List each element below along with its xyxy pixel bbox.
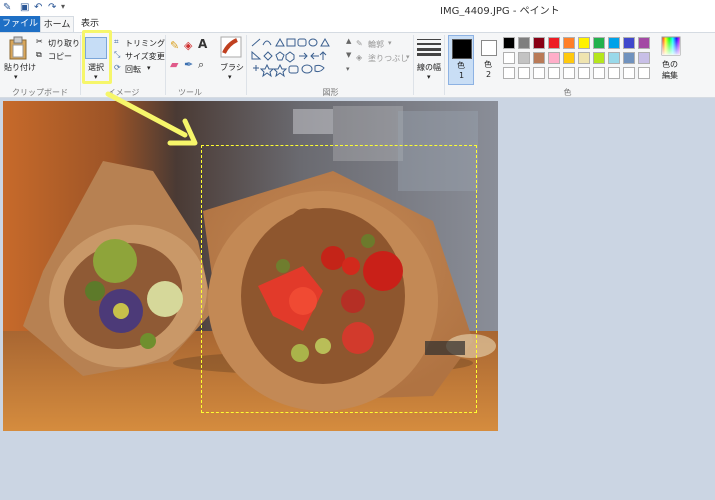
outline-button[interactable]: 輪郭	[368, 39, 384, 50]
paste-button[interactable]: 貼り付け	[4, 62, 36, 73]
text-icon[interactable]: A	[198, 37, 207, 51]
color1-label: 色	[457, 61, 465, 70]
outline-dropdown-icon[interactable]: ▾	[388, 39, 392, 47]
tab-file[interactable]: ファイル	[0, 16, 40, 32]
separator	[80, 35, 81, 95]
fill-icon[interactable]: ◈	[184, 39, 192, 52]
fill-shape-icon[interactable]: ◈	[356, 53, 362, 62]
rotate-icon[interactable]: ⟳	[114, 63, 121, 72]
magnifier-icon[interactable]: ⌕	[198, 58, 204, 72]
brushes-button[interactable]: ブラシ	[220, 62, 244, 73]
group-label-shapes: 図形	[322, 88, 339, 97]
eraser-icon[interactable]: ▰	[170, 58, 178, 71]
cut-icon[interactable]: ✂	[36, 37, 43, 46]
undo-icon[interactable]: ↶	[34, 2, 42, 13]
color-swatch[interactable]	[518, 67, 530, 79]
crop-button[interactable]: トリミング	[125, 38, 165, 49]
color-swatch[interactable]	[563, 52, 575, 64]
save-icon[interactable]: ▣	[20, 2, 29, 13]
redo-icon[interactable]: ↷	[48, 2, 56, 13]
pencil-icon[interactable]: ✎	[170, 39, 179, 52]
quick-access-dropdown-icon[interactable]: ▾	[61, 2, 65, 11]
color-swatch[interactable]	[578, 52, 590, 64]
paint-app-icon: ✎	[3, 2, 12, 13]
outline-icon[interactable]: ✎	[356, 39, 363, 48]
color-swatch[interactable]	[533, 52, 545, 64]
paste-dropdown-icon[interactable]: ▾	[14, 73, 18, 81]
color-swatch[interactable]	[623, 67, 635, 79]
rotate-button[interactable]: 回転	[125, 64, 141, 75]
color-swatch[interactable]	[563, 67, 575, 79]
color-swatch[interactable]	[608, 67, 620, 79]
color-swatch[interactable]	[638, 67, 650, 79]
fill-shape-dropdown-icon[interactable]: ▾	[406, 53, 410, 61]
copy-button[interactable]: コピー	[48, 51, 72, 62]
size-dropdown-icon[interactable]: ▾	[427, 73, 431, 81]
edit-colors-label-1[interactable]: 色の	[662, 59, 678, 70]
color-swatch[interactable]	[518, 52, 530, 64]
group-label-colors: 色	[563, 88, 572, 97]
resize-icon[interactable]: ⤡	[114, 50, 120, 60]
rotate-dropdown-icon[interactable]: ▾	[147, 64, 151, 72]
color-palette	[503, 37, 663, 83]
color-swatch[interactable]	[548, 52, 560, 64]
group-label-clipboard: クリップボード	[12, 88, 68, 97]
color-swatch[interactable]	[593, 37, 605, 49]
color-swatch[interactable]	[548, 37, 560, 49]
resize-button[interactable]: サイズ変更	[125, 51, 165, 62]
color-swatch[interactable]	[593, 67, 605, 79]
separator	[444, 35, 445, 95]
color-swatch[interactable]	[503, 52, 515, 64]
size-icon[interactable]	[417, 38, 441, 56]
color-swatch[interactable]	[518, 37, 530, 49]
color-picker-icon[interactable]: ✒	[184, 58, 193, 71]
color1-selector[interactable]: 色 1	[448, 35, 474, 85]
color2-swatch	[481, 40, 497, 56]
brushes-dropdown-icon[interactable]: ▾	[228, 73, 232, 81]
color-swatch[interactable]	[623, 37, 635, 49]
color-swatch[interactable]	[623, 52, 635, 64]
color-swatch[interactable]	[608, 52, 620, 64]
color-swatch[interactable]	[578, 67, 590, 79]
color2-selector[interactable]: 色 2	[478, 35, 500, 85]
cut-button[interactable]: 切り取り	[48, 38, 80, 49]
shapes-gallery[interactable]	[250, 37, 346, 81]
color-swatch[interactable]	[608, 37, 620, 49]
separator	[246, 35, 247, 95]
color-swatch[interactable]	[533, 37, 545, 49]
color-swatch[interactable]	[533, 67, 545, 79]
color2-number: 2	[486, 70, 492, 79]
color-swatch[interactable]	[563, 37, 575, 49]
shapes-scroll-down-icon[interactable]: ▼	[346, 51, 351, 59]
separator	[413, 35, 414, 95]
color-swatch[interactable]	[638, 37, 650, 49]
separator	[165, 35, 166, 95]
copy-icon[interactable]: ⧉	[36, 50, 42, 60]
brush-icon[interactable]	[220, 36, 242, 58]
edit-colors-label-2[interactable]: 編集	[662, 70, 678, 81]
color2-label: 色	[484, 60, 492, 69]
shapes-scroll-up-icon[interactable]: ▲	[346, 37, 351, 45]
color-swatch[interactable]	[548, 67, 560, 79]
annotation-arrow-icon	[105, 91, 198, 146]
color1-number: 1	[459, 71, 465, 80]
tab-home[interactable]: ホーム	[40, 16, 74, 32]
color-swatch[interactable]	[638, 52, 650, 64]
color-swatch[interactable]	[503, 67, 515, 79]
crop-icon[interactable]: ⌗	[114, 37, 119, 47]
title-bar: ✎ ▣ ↶ ↷ ▾ IMG_4409.JPG - ペイント	[0, 0, 715, 17]
size-button[interactable]: 線の幅	[417, 62, 441, 73]
paste-icon[interactable]	[8, 36, 28, 60]
fill-shape-button[interactable]: 塗りつぶし	[368, 53, 408, 64]
color-swatch[interactable]	[593, 52, 605, 64]
color1-swatch	[452, 39, 472, 59]
annotation-highlight-box	[82, 30, 112, 84]
window-title: IMG_4409.JPG - ペイント	[440, 6, 560, 17]
shapes-expand-icon[interactable]: ▾	[346, 65, 350, 73]
edit-colors-icon[interactable]	[661, 36, 681, 56]
color-swatch[interactable]	[503, 37, 515, 49]
color-swatch[interactable]	[578, 37, 590, 49]
selection-rectangle[interactable]	[201, 145, 477, 413]
